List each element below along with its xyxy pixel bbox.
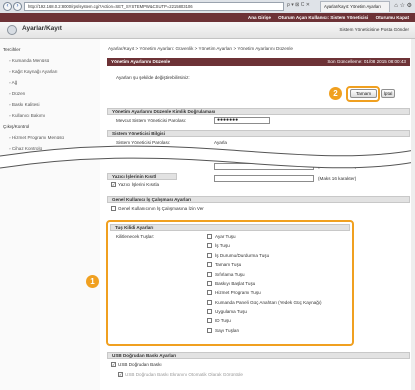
section-admin-info: Sistem Yöneticisi Bilgisi [107, 130, 410, 137]
sidebar-item-control-menu[interactable]: ▫ Kumanda Menüsü [9, 58, 49, 63]
page-tear-divider [0, 145, 415, 169]
key-label: Uygulama Tuşu [215, 309, 247, 314]
key-label: İş Durumu/Durdurma Tuşu [215, 253, 270, 258]
key-checkbox[interactable] [207, 243, 212, 248]
key-checkbox[interactable] [207, 300, 212, 305]
restrict-jobs-label: Yazıcı İşlerini Kısıtla [118, 182, 160, 187]
window-icons[interactable]: ⌂ ☆ ⚙ [394, 2, 412, 9]
sidebar: Tercihler ▫ Kumanda Menüsü ▫ Kağıt Kayna… [0, 39, 100, 390]
general-user-checkbox[interactable] [111, 206, 116, 211]
address-tools[interactable]: ρ ▾ ⊠ C ✕ [287, 2, 310, 8]
page-header: Ayarlar/Kayıt Sistem Yöneticisine Posta … [0, 22, 415, 39]
sidebar-heading-preferences: Tercihler [3, 47, 21, 52]
usb-auto-display-checkbox[interactable]: ✓ [118, 372, 123, 377]
key-checkbox[interactable] [207, 262, 212, 267]
key-label: Tamam Tuşu [215, 262, 242, 267]
key-label: Hizmet Programı Tuşu [215, 290, 261, 295]
ok-button[interactable]: Tamam [350, 89, 377, 98]
current-password-field[interactable]: ●●●●●●● [214, 117, 270, 124]
key-checkbox[interactable] [207, 253, 212, 258]
key-label: Kumanda Paneli Güç Anahtarı (Yedek Güç K… [215, 300, 322, 305]
browser-toolbar: ‹ › http://192.168.0.2:8000/rps/system.c… [0, 0, 415, 14]
callout-1: 1 [86, 275, 99, 288]
cancel-button[interactable]: İptal [381, 89, 395, 98]
usb-direct-label: USB Doğrudan Baskı [118, 362, 162, 367]
mail-admin-link[interactable]: Sistem Yöneticisine Posta Gönder [339, 27, 409, 32]
sidebar-item-layout[interactable]: ▫ Düzen [9, 91, 25, 96]
browser-tab[interactable]: Ayarlar/Kayıt: Yönetim Ayarları [320, 1, 390, 12]
top-nav-bar: Ana Girişe Oturum Açan Kullanıcı: Sistem… [0, 13, 415, 22]
settings-icon [7, 25, 17, 35]
section-auth: Yönetim Ayarlarını Düzenle Kimlik Doğrul… [107, 108, 410, 115]
key-label: Ayar Tuşu [215, 234, 236, 239]
key-label: Sıfırlama Tuşu [215, 272, 245, 277]
key-checkbox[interactable] [207, 328, 212, 333]
key-checkbox[interactable] [207, 272, 212, 277]
logged-in-user: Oturum Açan Kullanıcı: Sistem Yöneticisi [278, 15, 369, 20]
callout-2: 2 [329, 87, 342, 100]
last-updated: Son Güncelleme: 01/08 2015 08:00:43 [327, 59, 406, 64]
home-link[interactable]: Ana Girişe [248, 15, 271, 20]
key-checkbox[interactable] [207, 281, 212, 286]
sidebar-item-user-maintenance[interactable]: ▫ Kullanıcı Bakımı [9, 113, 45, 118]
address-bar[interactable]: http://192.168.0.2:8000/rps/system.cgi?A… [24, 2, 284, 11]
section-key-lock: Tuş Kilidi Ayarları [110, 224, 350, 231]
key-label: Baskıyı Başlat Tuşu [215, 281, 256, 286]
key-checkbox[interactable] [207, 309, 212, 314]
key-label: Sayı Tuşları [215, 328, 240, 333]
general-user-label: Genel Kullanıcının İş Çalışmasına İzin V… [118, 206, 204, 211]
scrollbar[interactable] [411, 39, 415, 390]
panel-title: Yönetim Ayarlarını Düzenle Son Güncellem… [107, 58, 410, 66]
key-label: İş Tuşu [215, 243, 230, 248]
restrict-jobs-checkbox[interactable]: ✓ [111, 182, 116, 187]
page-title: Ayarlar/Kayıt [22, 25, 62, 32]
key-label: ID Tuşu [215, 318, 231, 323]
sidebar-item-paper-source[interactable]: ▫ Kağıt Kaynağı Ayarları [9, 69, 58, 74]
key-checkbox[interactable] [207, 234, 212, 239]
breadcrumb: Ayarlar/Kayıt > Yönetim Ayarları: Güvenl… [108, 46, 293, 51]
forward-arrow-icon[interactable]: › [13, 2, 22, 11]
key-checkbox[interactable] [207, 290, 212, 295]
sidebar-heading-output: Çıkış/Kontrol [3, 124, 30, 129]
info-message: Ayarları şu şekilde değiştirebilirsiniz: [116, 75, 190, 80]
sidebar-item-print-quality[interactable]: ▫ Baskı Kalitesi [9, 102, 39, 107]
keys-to-lock-label: Kilitlenecek Tuşlar: [116, 234, 155, 239]
key-checkbox[interactable] [207, 318, 212, 323]
logout-link[interactable]: Oturumu Kapat [376, 15, 409, 20]
current-password-label: Mevcut Sistem Yöneticisi Parolası: [116, 118, 187, 123]
back-arrow-icon[interactable]: ‹ [3, 2, 12, 11]
sidebar-item-network[interactable]: ▫ Ağ [9, 80, 17, 85]
section-general-user: Genel Kullanıcı İş Çalışması Ayarları [107, 196, 410, 203]
section-usb-print: USB Doğrudan Baskı Ayarları [107, 352, 410, 359]
usb-direct-checkbox[interactable]: ✓ [111, 362, 116, 367]
usb-auto-display-label: USB Doğrudan Baskı Ekranını Otomatik Ola… [125, 372, 243, 377]
